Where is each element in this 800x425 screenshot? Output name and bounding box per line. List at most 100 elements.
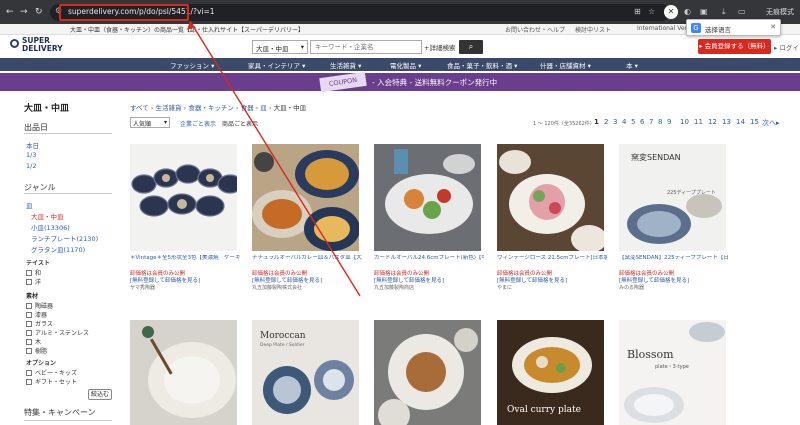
search-button[interactable]: ⌕ <box>459 40 483 54</box>
view-by-company-link[interactable]: 企業ごと表示 <box>180 119 216 128</box>
login-link[interactable]: ▸ ログイン <box>774 42 800 52</box>
product-name-link[interactable]: ナチュラルオーバルカレー皿＆パスタ皿【大皿 日本製 美濃焼 和食器】 <box>252 255 362 262</box>
product-image[interactable] <box>374 320 481 425</box>
option-checkbox-baby[interactable]: ベビー・キッズ <box>26 368 77 377</box>
page-link[interactable]: 9 <box>667 118 671 126</box>
product-image[interactable]: 窯変SENDAN 225ディーププレート <box>619 144 726 251</box>
register-to-view-link[interactable]: [無料登録して卸価格を見る] <box>374 276 444 284</box>
breadcrumb-item[interactable]: すべて <box>130 104 149 112</box>
reload-icon[interactable]: ↻ <box>35 6 43 18</box>
register-to-view-link[interactable]: [無料登録して卸価格を見る] <box>497 276 567 284</box>
page-link[interactable]: 6 <box>640 118 644 126</box>
option-checkbox-gift[interactable]: ギフト・セット <box>26 377 77 386</box>
product-image[interactable] <box>130 144 237 251</box>
page-link[interactable]: 12 <box>708 118 717 126</box>
product-image[interactable] <box>130 320 237 425</box>
release-item-2[interactable]: 1/2 <box>26 162 36 170</box>
extensions-puzzle-icon[interactable]: ▣ <box>700 7 708 16</box>
nav-household[interactable]: 生活雑貨 ▾ <box>330 60 361 70</box>
page-link[interactable]: 10 <box>680 118 689 126</box>
breadcrumb-item[interactable]: 生活雑貨 <box>156 104 182 112</box>
genre-item-gratin[interactable]: グラタン皿(1170) <box>31 244 85 254</box>
page-link[interactable]: 11 <box>694 118 703 126</box>
search-category-select[interactable]: 大皿・中皿 ▾ <box>252 40 308 54</box>
taste-checkbox-japanese[interactable]: 和 <box>26 268 41 277</box>
page-link[interactable]: 8 <box>658 118 662 126</box>
next-page-link[interactable]: 次へ▸ <box>762 118 780 128</box>
breadcrumb-current: 大皿・中皿 <box>273 104 307 112</box>
nav-fixtures[interactable]: 什器・店舗資材 ▾ <box>540 60 591 70</box>
nav-books[interactable]: 本 ▾ <box>626 60 638 70</box>
bookmark-star-icon[interactable]: ☆ <box>648 7 655 16</box>
page-link[interactable]: 4 <box>622 118 626 126</box>
help-link[interactable]: お問い合わせ・ヘルプ <box>505 25 565 34</box>
advanced-search-link[interactable]: +詳細検索 <box>424 42 455 52</box>
coupon-banner[interactable]: COUPON - 入会特典 - 送料無料クーポン発行中 <box>0 71 800 93</box>
material-checkbox-ceramic[interactable]: 陶磁器 <box>26 301 53 310</box>
material-checkbox-metal[interactable]: アルミ・ステンレス <box>26 328 89 337</box>
international-link[interactable]: International Ver. <box>637 25 688 32</box>
search-icon: ⌕ <box>468 42 474 51</box>
page-link[interactable]: 2 <box>604 118 608 126</box>
product-image[interactable]: Moroccan Deep Plate / Soldier <box>252 320 359 425</box>
page-link[interactable]: 5 <box>631 118 635 126</box>
register-to-view-link[interactable]: [無料登録して卸価格を見る] <box>130 276 200 284</box>
genre-item-lunch-plate[interactable]: ランチプレート(2130) <box>31 233 98 243</box>
translate-icon[interactable]: ⊞ <box>634 7 641 16</box>
wishlist-link[interactable]: 検討中リスト <box>575 25 611 34</box>
material-checkbox-lacquer[interactable]: 漆器 <box>26 310 47 319</box>
page-link[interactable]: 15 <box>750 118 759 126</box>
page-link[interactable]: 3 <box>613 118 617 126</box>
taste-checkbox-western[interactable]: 洋 <box>26 277 41 286</box>
product-image[interactable] <box>252 144 359 251</box>
nav-furniture[interactable]: 家具・インテリア ▾ <box>248 60 305 70</box>
forward-icon[interactable]: → <box>20 6 28 18</box>
product-image[interactable]: Oval curry plate <box>497 320 604 425</box>
search-input[interactable] <box>310 40 422 54</box>
page-link: 1 <box>594 118 599 126</box>
product-name-link[interactable]: ウィンテージローズ 21.5cmプレート[日本製/美濃焼/洋食器] <box>497 255 607 262</box>
breadcrumb-item[interactable]: 皿 <box>260 104 267 112</box>
shop-name-link[interactable]: ヤマ秀陶器 <box>130 284 155 291</box>
product-image[interactable] <box>374 144 481 251</box>
product-name-link[interactable]: ＊Vintage＊全5形状全3色【美濃焼 ケーキ皿 ボウル パスタ皿 深皿 和食… <box>130 255 240 262</box>
translate-popup[interactable]: G 选择语言 ✕ <box>686 19 781 36</box>
register-to-view-link[interactable]: [無料登録して卸価格を見る] <box>252 276 322 284</box>
shop-name-link[interactable]: 丸五加藤製陶商店 <box>374 284 414 291</box>
product-name-link[interactable]: カードルオーバル24.6cmプレート(新色)【中皿 日本製 美濃焼】 <box>374 255 484 262</box>
genre-item-small-plate[interactable]: 小皿(13306) <box>31 222 70 232</box>
material-checkbox-glass[interactable]: ガラス <box>26 319 53 328</box>
page-link[interactable]: 7 <box>649 118 653 126</box>
material-checkbox-resin[interactable]: 樹脂 <box>26 346 47 355</box>
extension-icon-2[interactable]: ◐ <box>684 7 691 16</box>
extension-icon[interactable]: ✕ <box>664 5 678 19</box>
register-to-view-link[interactable]: [無料登録して卸価格を見る] <box>619 276 689 284</box>
genre-root[interactable]: 皿 <box>26 200 33 210</box>
nav-electronics[interactable]: 電化製品 ▾ <box>390 60 421 70</box>
material-checkbox-wood[interactable]: 木 <box>26 337 41 346</box>
shop-name-link[interactable]: やまに <box>497 284 512 291</box>
back-icon[interactable]: ← <box>6 6 14 18</box>
product-image[interactable]: Blossom plate・3-type <box>619 320 726 425</box>
release-item-1[interactable]: 1/3 <box>26 151 36 159</box>
breadcrumb-item[interactable]: 食器 <box>241 104 254 112</box>
site-logo[interactable]: SUPER DELIVERY <box>10 37 63 55</box>
release-item-today[interactable]: 本日 <box>26 140 39 150</box>
breadcrumb-item[interactable]: 食器・キッチン <box>188 104 234 112</box>
sidepanel-icon[interactable]: ▭ <box>738 7 746 16</box>
product-name-link[interactable]: 【窯変SENDAN】225ディーププレート【日本製 美濃焼 大皿】オリジナル <box>619 255 729 262</box>
page-link[interactable]: 13 <box>722 118 731 126</box>
close-icon[interactable]: ✕ <box>770 23 776 31</box>
translate-select-label[interactable]: 选择语言 <box>705 24 731 34</box>
nav-fashion[interactable]: ファッション ▾ <box>170 60 214 70</box>
sort-select[interactable]: 人気順 ▾ <box>130 117 170 128</box>
page-link[interactable]: 14 <box>736 118 745 126</box>
shop-name-link[interactable]: 丸五加藤製陶株式会社 <box>252 284 302 291</box>
download-icon[interactable]: ⤓ <box>722 7 726 17</box>
shop-name-link[interactable]: みのる陶器 <box>619 284 644 291</box>
nav-food[interactable]: 食品・菓子・飲料・酒 ▾ <box>447 60 517 70</box>
narrow-button[interactable]: 絞込む <box>88 389 112 400</box>
incognito-label[interactable]: 无痕模式 <box>766 7 794 17</box>
register-button[interactable]: ▸ 会員登録する（無料） <box>698 39 771 54</box>
product-image[interactable] <box>497 144 604 251</box>
